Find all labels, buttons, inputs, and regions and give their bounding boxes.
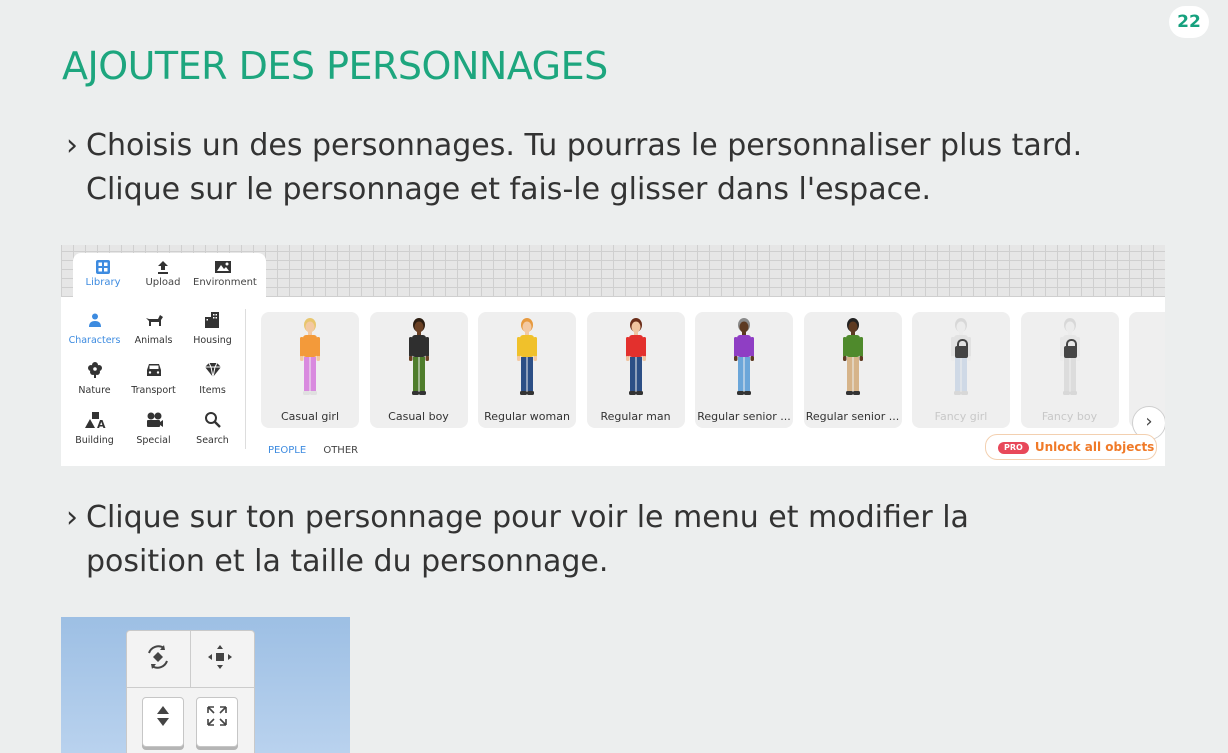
- category-special[interactable]: Special: [124, 411, 183, 455]
- car-icon: [124, 361, 183, 385]
- character-label: Regular woman: [484, 410, 570, 423]
- lock-icon: [955, 339, 968, 358]
- bullet: ›: [66, 128, 78, 163]
- character-figure: [1059, 318, 1080, 395]
- bullet: ›: [66, 500, 78, 535]
- tab-label: Library: [85, 277, 121, 288]
- special-icon: [124, 411, 183, 435]
- divider: [245, 309, 246, 449]
- instruction-line: position et la taille du personnage.: [86, 544, 609, 579]
- category-items[interactable]: Items: [183, 361, 242, 405]
- page-title: AJOUTER DES PERSONNAGES: [62, 44, 608, 88]
- category-transport[interactable]: Transport: [124, 361, 183, 405]
- dog-icon: [124, 311, 183, 335]
- subtabs: PEOPLE OTHER: [268, 445, 372, 456]
- unlock-all-button[interactable]: PRO Unlock all objects: [985, 434, 1157, 460]
- category-label: Special: [136, 435, 171, 446]
- transform-menu: [126, 630, 255, 753]
- category-label: Nature: [78, 385, 111, 396]
- rotate-icon: [144, 645, 172, 677]
- pro-badge: PRO: [998, 442, 1029, 454]
- instruction-line: Clique sur le personnage et fais-le glis…: [86, 172, 932, 207]
- character-card[interactable]: Casual girl: [261, 312, 359, 428]
- tab-library[interactable]: Library: [73, 253, 133, 297]
- diamond-icon: [183, 361, 242, 385]
- character-card[interactable]: Regular man: [586, 312, 685, 428]
- library-tabs: Library Upload Environment: [73, 253, 266, 297]
- character-label: Regular man: [600, 410, 671, 423]
- category-characters[interactable]: Characters: [65, 311, 124, 355]
- character-figure: [517, 318, 537, 395]
- category-label: Building: [75, 435, 114, 446]
- category-animals[interactable]: Animals: [124, 311, 183, 355]
- divider: [190, 631, 191, 687]
- category-housing[interactable]: Housing: [183, 311, 242, 355]
- character-list: Casual girl Casual boy Regular woman Regula…: [261, 312, 1165, 430]
- tab-upload[interactable]: Upload: [133, 253, 193, 297]
- scale-icon: [205, 706, 229, 733]
- person-icon: [65, 311, 124, 335]
- buildings-icon: [183, 311, 242, 335]
- category-nature[interactable]: Nature: [65, 361, 124, 405]
- character-figure: [951, 318, 971, 395]
- character-label: Casual boy: [388, 410, 449, 423]
- character-label: Fancy boy: [1041, 410, 1098, 423]
- character-card[interactable]: Regular senior ...: [695, 312, 793, 428]
- page-number: 22: [1169, 6, 1209, 38]
- tab-label: Environment: [193, 277, 257, 288]
- move-icon: [206, 645, 234, 677]
- height-arrows-icon: [155, 706, 171, 733]
- rotate-button[interactable]: [143, 643, 173, 673]
- flower-icon: [65, 361, 124, 385]
- subtab-other[interactable]: OTHER: [323, 445, 358, 456]
- subtab-people[interactable]: PEOPLE: [268, 445, 306, 456]
- character-card[interactable]: Fancy boy: [1020, 312, 1119, 428]
- tool-menu-screenshot: [61, 617, 350, 753]
- character-card[interactable]: Regular senior ...: [803, 312, 902, 428]
- category-label: Items: [199, 385, 226, 396]
- category-grid: Characters Animals Housing Nature Transp…: [65, 311, 241, 455]
- character-figure: [734, 318, 754, 395]
- shapes-icon: A: [65, 411, 124, 435]
- environment-icon: [193, 259, 253, 277]
- category-search[interactable]: Search: [183, 411, 242, 455]
- instruction-line: Clique sur ton personnage pour voir le m…: [86, 500, 969, 535]
- category-label: Animals: [134, 335, 173, 346]
- unlock-label: Unlock all objects: [1034, 440, 1155, 454]
- lock-icon: [1063, 339, 1077, 358]
- height-button[interactable]: [142, 697, 184, 747]
- character-figure: [300, 318, 320, 395]
- character-label: Regular senior ...: [805, 410, 900, 423]
- library-screenshot: Library Upload Environment Characters An…: [61, 245, 1165, 466]
- upload-icon: [133, 259, 193, 277]
- search-icon: [183, 411, 242, 435]
- scale-button[interactable]: [196, 697, 238, 747]
- character-figure: [1158, 316, 1165, 402]
- chevron-right-icon: ›: [1145, 411, 1153, 432]
- move-button[interactable]: [205, 643, 235, 673]
- category-label: Characters: [68, 335, 121, 346]
- svg-text:A: A: [97, 418, 106, 429]
- library-icon: [73, 259, 133, 277]
- character-figure: [625, 318, 646, 395]
- character-label: Casual girl: [280, 410, 340, 423]
- divider: [127, 687, 254, 688]
- character-figure: [408, 318, 429, 395]
- instruction-line: Choisis un des personnages. Tu pourras l…: [86, 128, 1083, 163]
- character-label: Regular senior ...: [697, 410, 791, 423]
- character-card[interactable]: Casual boy: [369, 312, 468, 428]
- tab-environment[interactable]: Environment: [193, 253, 257, 297]
- character-label: Fancy girl: [934, 410, 988, 423]
- character-card[interactable]: Fancy girl: [912, 312, 1010, 428]
- instruction-1: › Choisis un des personnages. Tu pourras…: [66, 124, 1186, 212]
- category-label: Transport: [131, 385, 176, 396]
- library-panel: Characters Animals Housing Nature Transp…: [61, 297, 1165, 466]
- instruction-2: › Clique sur ton personnage pour voir le…: [66, 496, 1186, 584]
- category-label: Search: [196, 435, 229, 446]
- character-card[interactable]: Regular woman: [478, 312, 576, 428]
- character-figure: [842, 318, 863, 395]
- category-label: Housing: [193, 335, 232, 346]
- category-building[interactable]: A Building: [65, 411, 124, 455]
- tab-label: Upload: [145, 277, 181, 288]
